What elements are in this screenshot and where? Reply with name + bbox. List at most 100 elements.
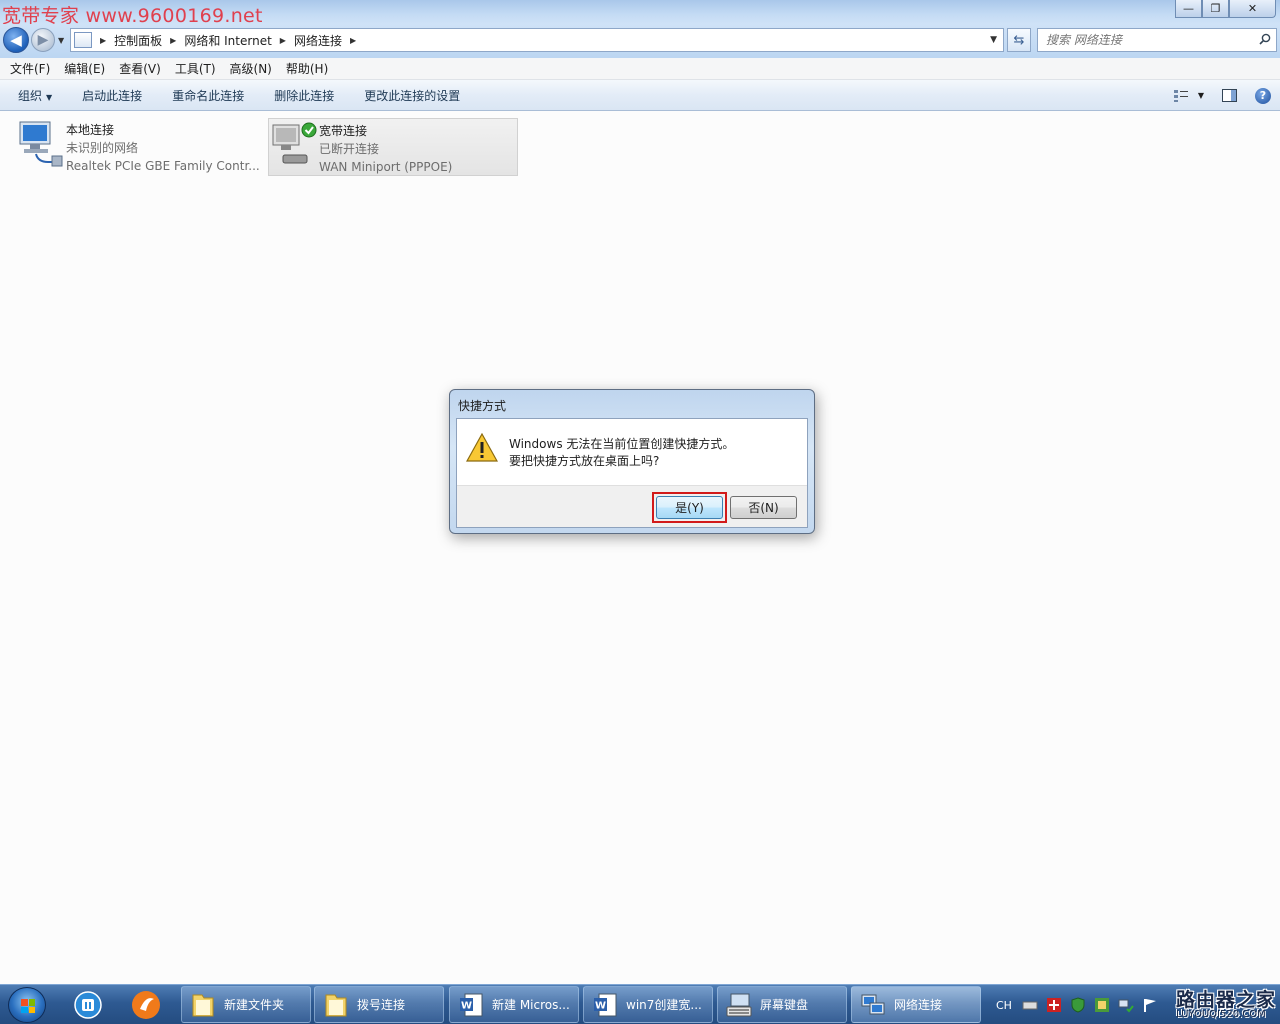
search-icon[interactable] bbox=[1259, 33, 1271, 45]
control-panel-icon bbox=[74, 32, 92, 48]
breadcrumb-network-connections[interactable]: 网络连接 bbox=[294, 32, 342, 49]
chevron-down-icon: ▼ bbox=[46, 92, 53, 102]
dialog-message-area: Windows 无法在当前位置创建快捷方式。 要把快捷方式放在桌面上吗? bbox=[457, 419, 807, 485]
restore-button[interactable]: ❐ bbox=[1202, 0, 1229, 18]
dialog-message-line2: 要把快捷方式放在桌面上吗? bbox=[509, 454, 660, 468]
dialog-body: Windows 无法在当前位置创建快捷方式。 要把快捷方式放在桌面上吗? 是(Y… bbox=[456, 418, 808, 528]
connection-item-local[interactable]: 本地连接 未识别的网络 Realtek PCIe GBE Family Cont… bbox=[16, 118, 266, 176]
taskbar-item-new-folder[interactable]: 新建文件夹 bbox=[181, 986, 311, 1023]
svg-text:W: W bbox=[595, 1000, 606, 1011]
network-status-icon[interactable] bbox=[1118, 997, 1134, 1013]
pinned-thunder-app[interactable] bbox=[126, 988, 166, 1022]
navigation-bar: ◀ ▶ ▼ ▶ 控制面板 ▶ 网络和 Internet ▶ 网络连接 ▶ ▼ ⇆ bbox=[0, 24, 1280, 58]
taskbar-item-word-doc-2[interactable]: W win7创建宽... bbox=[583, 986, 713, 1023]
connections-view: 本地连接 未识别的网络 Realtek PCIe GBE Family Cont… bbox=[0, 111, 1280, 984]
breadcrumb-separator-icon[interactable]: ▶ bbox=[170, 36, 176, 45]
back-button[interactable]: ◀ bbox=[3, 27, 29, 53]
pinned-maxthon-browser[interactable] bbox=[68, 988, 108, 1022]
view-dropdown-icon[interactable]: ▼ bbox=[1198, 91, 1204, 100]
connection-name: 本地连接 bbox=[66, 123, 115, 137]
connection-device: WAN Miniport (PPPOE) bbox=[319, 160, 453, 174]
word-icon: W bbox=[594, 993, 617, 1016]
refresh-icon: ⇆ bbox=[1013, 32, 1025, 48]
taskbar-item-label: 屏幕键盘 bbox=[760, 998, 809, 1012]
command-bar: 组织 ▼ 启动此连接 重命名此连接 删除此连接 更改此连接的设置 ▼ ? bbox=[0, 80, 1280, 111]
antivirus-icon[interactable] bbox=[1046, 997, 1062, 1013]
taskbar-item-label: win7创建宽... bbox=[626, 998, 702, 1012]
search-box[interactable] bbox=[1037, 28, 1277, 52]
address-dropdown-icon[interactable]: ▼ bbox=[990, 35, 997, 45]
svg-text:W: W bbox=[461, 1000, 472, 1011]
forward-arrow-icon: ▶ bbox=[37, 32, 49, 48]
view-controls: ▼ ? bbox=[1164, 80, 1280, 111]
broadband-connection-icon bbox=[269, 119, 319, 173]
connection-item-broadband[interactable]: 宽带连接 已断开连接 WAN Miniport (PPPOE) bbox=[268, 118, 518, 176]
menu-bar: 文件(F) 编辑(E) 查看(V) 工具(T) 高级(N) 帮助(H) bbox=[0, 58, 1280, 80]
breadcrumb-separator-icon[interactable]: ▶ bbox=[350, 36, 356, 45]
organize-label: 组织 bbox=[18, 88, 43, 103]
help-button[interactable]: ? bbox=[1252, 85, 1274, 107]
connection-device: Realtek PCIe GBE Family Contr... bbox=[66, 159, 260, 173]
watermark-logo: 路由器之家 LUYOUQI520.COM bbox=[1174, 985, 1278, 1024]
taskbar: 新建文件夹 拨号连接 W 新建 Micros... W win7创建宽... 屏… bbox=[0, 984, 1280, 1024]
breadcrumb-network-internet[interactable]: 网络和 Internet bbox=[184, 32, 271, 49]
change-settings-button[interactable]: 更改此连接的设置 bbox=[349, 87, 475, 104]
warning-icon bbox=[466, 433, 498, 462]
taskbar-item-word-doc-1[interactable]: W 新建 Micros... bbox=[449, 986, 579, 1023]
connection-status: 未识别的网络 bbox=[66, 141, 139, 155]
start-button[interactable] bbox=[8, 987, 46, 1023]
dialog-message-line1: Windows 无法在当前位置创建快捷方式。 bbox=[509, 437, 735, 451]
keyboard-layout-icon[interactable] bbox=[1022, 997, 1038, 1013]
breadcrumb-separator-icon[interactable]: ▶ bbox=[280, 36, 286, 45]
address-bar[interactable]: ▶ 控制面板 ▶ 网络和 Internet ▶ 网络连接 ▶ ▼ bbox=[70, 28, 1004, 52]
taskbar-item-label: 新建文件夹 bbox=[224, 998, 285, 1012]
word-icon: W bbox=[460, 993, 483, 1016]
flag-icon[interactable] bbox=[1142, 997, 1158, 1013]
taskbar-item-label: 网络连接 bbox=[894, 998, 943, 1012]
taskbar-item-network-connections[interactable]: 网络连接 bbox=[851, 986, 981, 1023]
keyboard-icon bbox=[726, 993, 752, 1016]
minimize-button[interactable]: — bbox=[1175, 0, 1202, 18]
connection-details: 本地连接 未识别的网络 Realtek PCIe GBE Family Cont… bbox=[66, 118, 260, 176]
dialog-title: 快捷方式 bbox=[458, 399, 507, 413]
delete-connection-button[interactable]: 删除此连接 bbox=[259, 87, 349, 104]
forward-button[interactable]: ▶ bbox=[31, 28, 55, 52]
breadcrumb-control-panel[interactable]: 控制面板 bbox=[114, 32, 162, 49]
folder-icon bbox=[192, 994, 214, 1016]
help-icon: ? bbox=[1255, 87, 1271, 104]
taskbar-item-label: 拨号连接 bbox=[357, 998, 406, 1012]
organize-button[interactable]: 组织 ▼ bbox=[0, 87, 67, 104]
connection-status: 已断开连接 bbox=[319, 142, 380, 156]
system-tray: CH bbox=[992, 985, 1162, 1024]
menu-advanced[interactable]: 高级(N) bbox=[224, 60, 278, 77]
refresh-button[interactable]: ⇆ bbox=[1007, 28, 1031, 52]
taskbar-item-on-screen-keyboard[interactable]: 屏幕键盘 bbox=[717, 986, 847, 1023]
maxthon-icon bbox=[74, 991, 102, 1019]
language-indicator[interactable]: CH bbox=[996, 999, 1012, 1012]
dialog-button-area: 是(Y) 否(N) bbox=[457, 485, 807, 527]
menu-tools[interactable]: 工具(T) bbox=[169, 60, 222, 77]
yes-button[interactable]: 是(Y) bbox=[656, 496, 723, 519]
search-input[interactable] bbox=[1046, 33, 1256, 47]
menu-view[interactable]: 查看(V) bbox=[113, 60, 167, 77]
window-controls: — ❐ ✕ bbox=[1175, 0, 1276, 18]
history-dropdown-icon[interactable]: ▼ bbox=[58, 36, 64, 45]
breadcrumb-separator-icon[interactable]: ▶ bbox=[100, 36, 106, 45]
menu-file[interactable]: 文件(F) bbox=[4, 60, 56, 77]
title-bar: 宽带专家 www.9600169.net — ❐ ✕ bbox=[0, 0, 1280, 27]
preview-pane-icon[interactable] bbox=[1218, 85, 1240, 107]
folder-icon bbox=[325, 994, 347, 1016]
security-center-icon[interactable] bbox=[1094, 997, 1110, 1013]
start-connection-button[interactable]: 启动此连接 bbox=[67, 87, 157, 104]
rename-connection-button[interactable]: 重命名此连接 bbox=[157, 87, 259, 104]
change-view-icon[interactable] bbox=[1170, 85, 1192, 107]
back-arrow-icon: ◀ bbox=[10, 31, 22, 49]
close-button[interactable]: ✕ bbox=[1229, 0, 1276, 18]
menu-help[interactable]: 帮助(H) bbox=[280, 60, 334, 77]
connection-name: 宽带连接 bbox=[319, 124, 368, 138]
no-button[interactable]: 否(N) bbox=[730, 496, 797, 519]
network-icon bbox=[861, 994, 885, 1014]
shield-icon[interactable] bbox=[1070, 997, 1086, 1013]
taskbar-item-dial-up[interactable]: 拨号连接 bbox=[314, 986, 444, 1023]
menu-edit[interactable]: 编辑(E) bbox=[58, 60, 111, 77]
